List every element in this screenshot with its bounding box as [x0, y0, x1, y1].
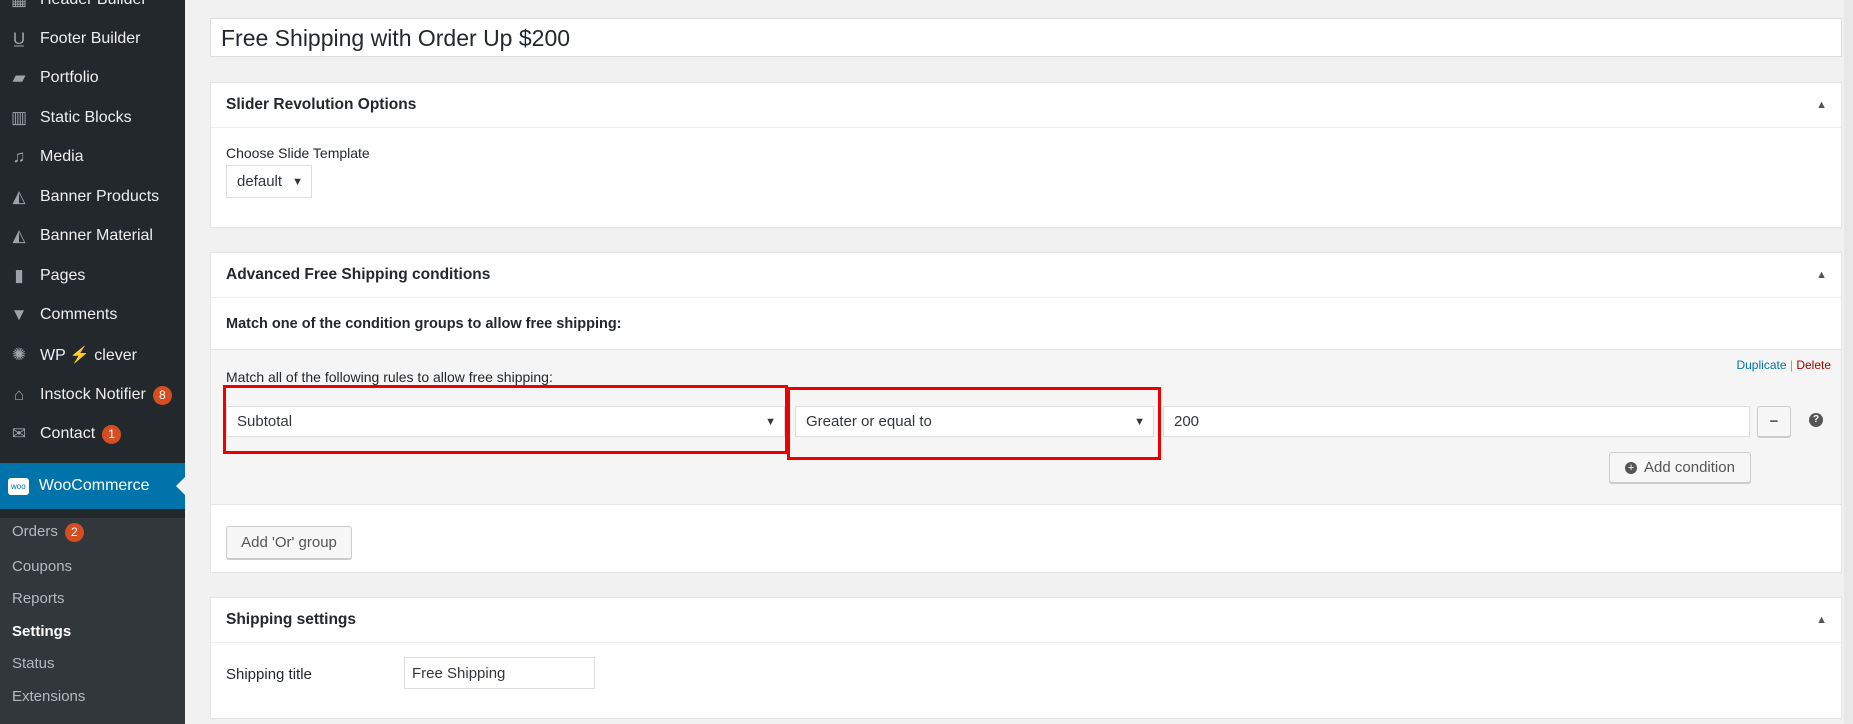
submenu-coupons[interactable]: Coupons	[12, 558, 72, 575]
slide-template-label: Choose Slide Template	[226, 145, 370, 161]
highlight-box	[223, 385, 788, 454]
plus-circle-icon: +	[1625, 461, 1638, 474]
media-icon: ♫	[12, 147, 26, 166]
header-icon: ▦	[8, 0, 30, 10]
menu-wp-clever[interactable]: ✺ WP ⚡ clever	[0, 336, 185, 374]
menu-footer-builder[interactable]: U̲ Footer Builder	[0, 20, 185, 58]
admin-sidebar: ▦Header Builder U̲Footer Builder ▰Portfo…	[0, 0, 185, 724]
delete-link[interactable]: Delete	[1796, 358, 1831, 372]
submenu-settings[interactable]: Settings	[12, 623, 71, 640]
submenu-status[interactable]: Status	[12, 655, 55, 672]
woocommerce-submenu: Orders 2 Coupons Reports Settings Status …	[0, 518, 185, 724]
add-condition-button[interactable]: + Add condition	[1609, 452, 1751, 483]
blocks-icon: ▥	[10, 108, 28, 127]
submenu-extensions[interactable]: Extensions	[12, 688, 85, 705]
count-badge: 1	[102, 424, 122, 444]
collapse-arrow-icon[interactable]: ▲	[1816, 614, 1827, 626]
map-icon: ◭	[12, 187, 26, 206]
help-icon[interactable]: ?	[1809, 413, 1823, 427]
shipping-title-label: Shipping title	[226, 666, 312, 683]
duplicate-link[interactable]: Duplicate	[1736, 358, 1786, 372]
bulb-icon: ✺	[11, 345, 27, 364]
post-title-input[interactable]: Free Shipping with Order Up $200	[210, 18, 1842, 57]
shipping-title-input[interactable]: Free Shipping	[404, 657, 595, 689]
comment-icon: ▼	[10, 305, 28, 324]
conditions-intro: Match one of the condition groups to all…	[226, 316, 622, 332]
separator: |	[1789, 358, 1793, 372]
menu-media[interactable]: ♫ Media	[0, 138, 185, 176]
slide-template-select[interactable]: default ▼	[226, 165, 312, 198]
menu-header-builder[interactable]: ▦Header Builder	[0, 0, 185, 19]
map-icon: ◭	[12, 226, 26, 245]
underline-icon: U̲	[12, 29, 26, 48]
pages-icon: ▮	[14, 266, 24, 285]
panel-header[interactable]: Shipping settings ▲	[211, 598, 1841, 643]
menu-woocommerce[interactable]: woo WooCommerce	[0, 463, 185, 509]
bank-icon: ⌂	[13, 385, 25, 404]
chevron-down-icon: ▼	[292, 175, 303, 188]
woo-icon: woo	[8, 477, 29, 495]
scrollbar[interactable]	[1844, 0, 1853, 724]
panel-header[interactable]: Advanced Free Shipping conditions ▲	[211, 253, 1841, 298]
submenu-reports[interactable]: Reports	[12, 590, 65, 607]
menu-banner-material[interactable]: ◭ Banner Material	[0, 217, 185, 255]
menu-banner-products[interactable]: ◭ Banner Products	[0, 178, 185, 216]
condition-value-input[interactable]: 200	[1163, 406, 1750, 437]
panel-header[interactable]: Slider Revolution Options ▲	[211, 83, 1841, 128]
remove-condition-button[interactable]: −	[1757, 406, 1791, 437]
folder-icon: ▰	[12, 68, 26, 87]
menu-instock-notifier[interactable]: ⌂ Instock Notifier 8	[0, 376, 185, 414]
menu-static-blocks[interactable]: ▥ Static Blocks	[0, 99, 185, 137]
count-badge: 2	[64, 523, 84, 542]
collapse-arrow-icon[interactable]: ▲	[1816, 99, 1827, 111]
menu-pages[interactable]: ▮ Pages	[0, 257, 185, 295]
add-or-group-button[interactable]: Add 'Or' group	[226, 526, 352, 559]
count-badge: 8	[152, 385, 172, 405]
shipping-settings-panel: Shipping settings ▲ Shipping title Free S…	[210, 597, 1842, 719]
menu-comments[interactable]: ▼ Comments	[0, 296, 185, 334]
group-label: Match all of the following rules to allo…	[226, 369, 553, 385]
menu-portfolio[interactable]: ▰ Portfolio	[0, 59, 185, 97]
collapse-arrow-icon[interactable]: ▲	[1816, 269, 1827, 281]
highlight-box	[787, 387, 1161, 460]
slider-revolution-panel: Slider Revolution Options ▲ Choose Slide …	[210, 82, 1842, 228]
submenu-orders[interactable]: Orders 2	[12, 523, 84, 542]
menu-contact[interactable]: ✉ Contact 1	[0, 415, 185, 453]
mail-icon: ✉	[11, 424, 27, 443]
